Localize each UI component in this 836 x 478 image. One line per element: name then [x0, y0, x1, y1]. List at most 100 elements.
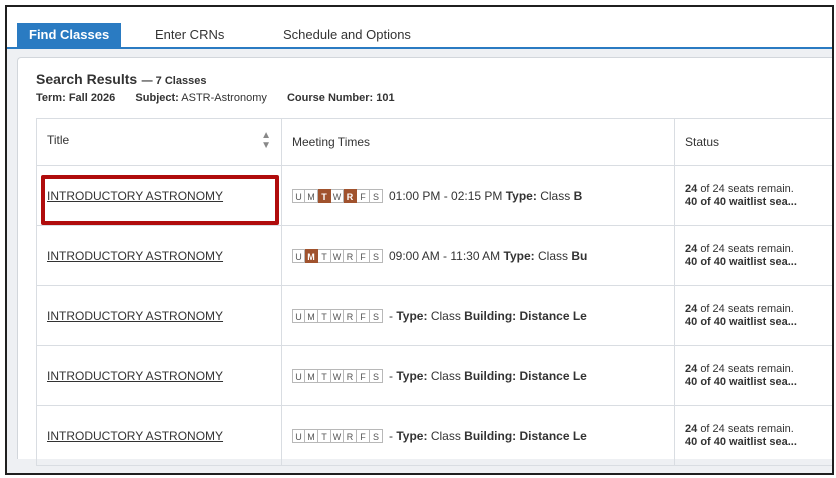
header-status[interactable]: Status [674, 118, 832, 166]
day-indicator: R [344, 188, 357, 203]
course-title-link[interactable]: INTRODUCTORY ASTRONOMY [47, 189, 223, 203]
term-value: Fall 2026 [68, 92, 116, 104]
day-indicator: U [292, 248, 305, 263]
seats-text: of 24 seats remain. [700, 362, 794, 375]
table-row: INTRODUCTORY ASTRONOMY U M T W R F S - Type: Cla… [36, 285, 832, 346]
day-indicator: W [331, 308, 344, 323]
table-row: INTRODUCTORY ASTRONOMY U M T W R F S 09:00 AM - … [36, 225, 832, 286]
day-indicators: UMTWRFS [292, 368, 383, 383]
day-indicator: M [305, 308, 318, 323]
meeting-time-text: - [389, 308, 393, 323]
waitlist-text: of 40 waitlist sea... [700, 315, 797, 328]
day-indicator: U [292, 368, 305, 383]
building-text: Building: Distance Le [464, 428, 587, 443]
type-value: Class [538, 248, 569, 263]
course-title-link[interactable]: INTRODUCTORY ASTRONOMY [47, 249, 223, 263]
course-title-link[interactable]: INTRODUCTORY ASTRONOMY [47, 369, 223, 383]
meeting-times-cell: UMTWRFS- Type: Class Building: Distance … [281, 405, 675, 466]
header-title-label: Title [47, 133, 70, 147]
seats-count: 24 [685, 422, 698, 435]
course-title-link[interactable]: INTRODUCTORY ASTRONOMY [47, 429, 223, 443]
day-indicator: M [305, 428, 318, 443]
type-value: Class [430, 368, 461, 383]
waitlist-count: 40 [685, 315, 698, 328]
seats-status: 24 of 24 seats remain. [685, 422, 832, 436]
day-indicator: R [344, 368, 357, 383]
tab-bar: Find Classes Enter CRNs Schedule and Opt… [7, 7, 832, 47]
day-indicator: S [370, 368, 383, 383]
sort-icon[interactable]: ▲ ▼ [261, 131, 271, 151]
type-value: Class [540, 188, 571, 203]
waitlist-count: 40 [685, 375, 698, 388]
subject-label: Subject: [135, 92, 179, 104]
subject-value: ASTR-Astronomy [181, 92, 267, 104]
day-indicator: W [331, 368, 344, 383]
waitlist-text: of 40 waitlist sea... [700, 255, 797, 268]
day-indicator: S [370, 248, 383, 263]
day-indicator: F [357, 188, 370, 203]
day-indicator: M [305, 368, 318, 383]
meeting-time-text: - [389, 368, 393, 383]
type-label: Type: [396, 368, 428, 383]
waitlist-status: 40 of 40 waitlist sea... [685, 195, 832, 209]
type-label: Type: [396, 308, 428, 323]
title-cell: INTRODUCTORY ASTRONOMY [36, 285, 282, 346]
waitlist-count: 40 [685, 255, 698, 268]
day-indicator: R [344, 248, 357, 263]
day-indicator: R [344, 308, 357, 323]
course-number-value: 101 [376, 92, 395, 104]
meeting-times-cell: U M T W R F S 09:00 AM - 11:30 AM Type: Class B… [281, 225, 675, 286]
status-cell: 24 of 24 seats remain. 40 of 40 waitlist … [674, 225, 832, 286]
seats-status: 24 of 24 seats remain. [685, 303, 832, 316]
table-row: INTRODUCTORY ASTRONOMY U M T W R F S - Type: Cla… [36, 345, 832, 406]
tab-find-classes[interactable]: Find Classes [17, 23, 122, 47]
header-title[interactable]: Title ▲ ▼ [36, 118, 282, 166]
seats-count: 24 [685, 362, 698, 375]
table-row: INTRODUCTORY ASTRONOMY U M T W R F S 01:00 PM - … [36, 165, 832, 226]
seats-text: of 24 seats remain. [700, 242, 794, 255]
results-title: Search Results [36, 71, 138, 87]
seats-status: 24 of 24 seats remain. [685, 182, 832, 196]
seats-text: of 24 seats remain. [700, 422, 794, 435]
header-meeting-times[interactable]: Meeting Times [281, 118, 675, 166]
waitlist-count: 40 [685, 435, 698, 448]
day-indicator: R [344, 428, 357, 443]
day-indicator: U [292, 428, 305, 443]
meeting-time-text: 09:00 AM - 11:30 AM [389, 248, 501, 263]
status-cell: 24 of 24 seats remain. 40 of 40 waitlist … [674, 165, 832, 226]
building-text: B [573, 188, 583, 203]
day-indicator: F [357, 248, 370, 263]
title-cell: INTRODUCTORY ASTRONOMY [36, 405, 282, 466]
course-number-label: Course Number: [286, 92, 374, 104]
day-indicator: W [331, 248, 344, 263]
waitlist-count: 40 [685, 195, 698, 208]
waitlist-status: 40 of 40 waitlist sea... [685, 255, 832, 269]
status-cell: 24 of 24 seats remain. 40 of 40 waitlist … [674, 285, 832, 346]
seats-count: 24 [685, 182, 698, 195]
course-title-link[interactable]: INTRODUCTORY ASTRONOMY [47, 309, 223, 323]
results-count: — 7 Classes [141, 75, 207, 87]
day-indicators: UMTWRFS [292, 248, 383, 263]
meeting-times-cell: UMTWRFS- Type: Class Building: Distance … [281, 345, 675, 406]
search-results-panel: Search Results — 7 Classes Term: Fall 20… [17, 57, 832, 466]
day-indicators: UMTWRFS [292, 308, 383, 323]
waitlist-status: 40 of 40 waitlist sea... [685, 375, 832, 389]
results-table: Title ▲ ▼ Meeting Times Status INTRODUCTO… [36, 118, 832, 466]
seats-status: 24 of 24 seats remain. [685, 242, 832, 256]
day-indicator: W [331, 428, 344, 443]
day-indicator: S [370, 188, 383, 203]
day-indicator: T [318, 368, 331, 383]
day-indicators: UMTWRFS [292, 428, 383, 443]
tab-schedule-and-options[interactable]: Schedule and Options [271, 23, 423, 47]
waitlist-text: of 40 waitlist sea... [700, 195, 797, 208]
type-value: Class [430, 308, 461, 323]
day-indicator: T [318, 188, 331, 203]
waitlist-status: 40 of 40 waitlist sea... [685, 315, 832, 329]
meeting-times-cell: UMTWRFS- Type: Class Building: Distance … [281, 285, 675, 346]
day-indicator: U [292, 308, 305, 323]
day-indicator: F [357, 308, 370, 323]
day-indicator: U [292, 188, 305, 203]
title-cell: INTRODUCTORY ASTRONOMY [36, 225, 282, 286]
tab-enter-crns[interactable]: Enter CRNs [143, 23, 236, 47]
title-cell: INTRODUCTORY ASTRONOMY [36, 165, 282, 226]
